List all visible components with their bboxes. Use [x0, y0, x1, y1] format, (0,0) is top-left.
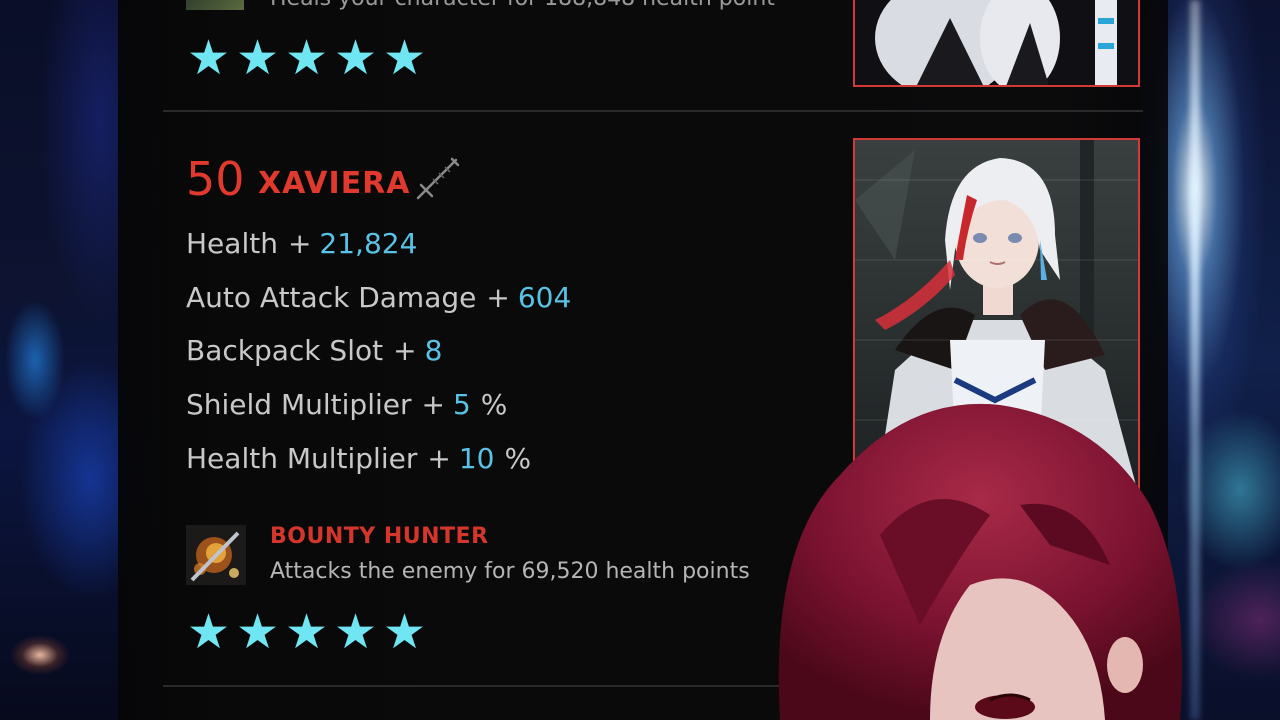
star-icon: ★: [382, 30, 427, 86]
star-icon: ★: [186, 604, 231, 660]
sword-icon: [416, 157, 460, 200]
stat-value: 5: [452, 388, 471, 421]
skill-description: Attacks the enemy for 69,520 health poin…: [270, 559, 750, 584]
stat-label: Auto Attack Damage: [186, 281, 477, 314]
stat-value: 21,824: [319, 227, 418, 260]
skill-name: BOUNTY HUNTER: [270, 524, 489, 549]
stat-row-auto-attack-damage: Auto Attack Damage +604: [186, 281, 571, 314]
stat-label: Shield Multiplier: [186, 388, 412, 421]
stat-value: 8: [424, 334, 443, 367]
stat-row-shield-multiplier: Shield Multiplier +5%: [186, 388, 507, 421]
stat-value: 604: [517, 281, 572, 314]
star-icon: ★: [284, 30, 329, 86]
stat-value: 10: [458, 442, 495, 475]
hero-name: XAVIERA: [258, 166, 411, 201]
star-icon: ★: [333, 604, 378, 660]
stat-label: Health: [186, 227, 278, 260]
top-skill-description: Heals your character for 188,848 health …: [270, 0, 775, 11]
stat-unit: %: [504, 442, 532, 475]
stat-plus: +: [393, 334, 417, 367]
top-hero-portrait[interactable]: [853, 0, 1140, 87]
stat-row-health: Health +21,824: [186, 227, 417, 260]
stat-row-health-multiplier: Health Multiplier +10%: [186, 442, 531, 475]
stat-unit: %: [480, 388, 508, 421]
narrator-character: [778, 403, 1182, 720]
stat-plus: +: [427, 442, 451, 475]
stat-label: Health Multiplier: [186, 442, 418, 475]
star-icon: ★: [284, 604, 329, 660]
stat-plus: +: [486, 281, 510, 314]
hero-level: 50: [186, 152, 245, 206]
top-star-rating: ★ ★ ★ ★ ★: [186, 30, 427, 86]
star-icon: ★: [382, 604, 427, 660]
star-icon: ★: [235, 604, 280, 660]
star-icon: ★: [186, 30, 231, 86]
card-divider: [163, 110, 1143, 112]
hero-star-rating: ★ ★ ★ ★ ★: [186, 604, 427, 660]
star-icon: ★: [333, 30, 378, 86]
stat-label: Backpack Slot: [186, 334, 384, 367]
star-icon: ★: [235, 30, 280, 86]
top-skill-icon: [186, 0, 244, 10]
stat-plus: +: [287, 227, 312, 260]
stat-row-backpack-slot: Backpack Slot +8: [186, 334, 442, 367]
explosion-icon: [186, 525, 246, 585]
stat-plus: +: [421, 388, 445, 421]
